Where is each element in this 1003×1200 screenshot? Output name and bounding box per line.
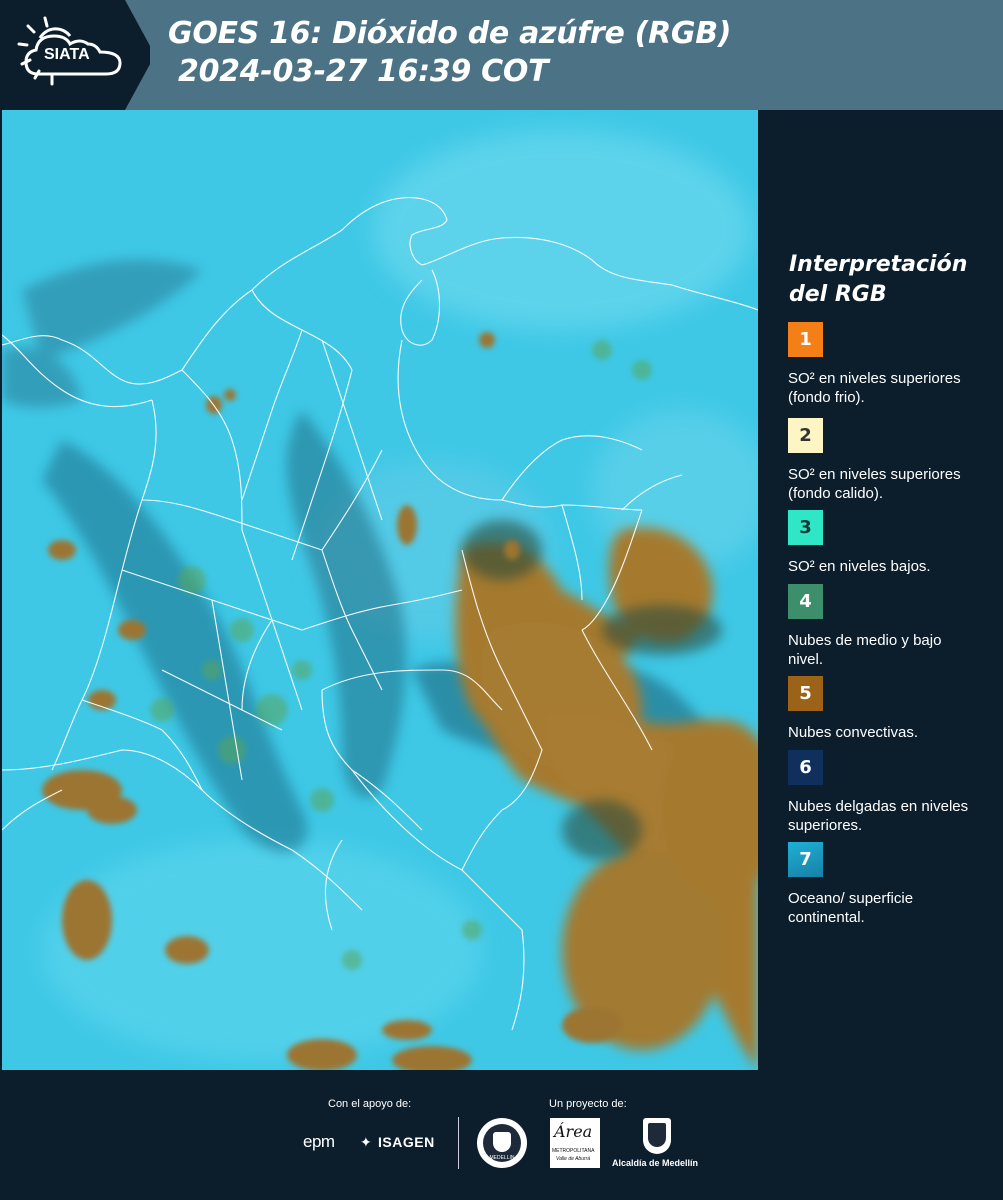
legend-number-3: 3	[799, 517, 812, 538]
alcaldia-shield-icon	[643, 1118, 671, 1154]
legend-panel: Interpretación del RGB 1 SO² en niveles …	[760, 110, 1003, 1070]
legend-swatch-4: 4	[788, 584, 823, 619]
legend-swatch-2: 2	[788, 418, 823, 453]
support-label: Con el apoyo de:	[328, 1098, 412, 1110]
satellite-map	[2, 110, 758, 1070]
alcaldia-label: Alcaldía de Medellín	[612, 1158, 699, 1168]
legend-label-1: SO² en niveles superiores (fondo frio).	[788, 370, 961, 406]
footer: Con el apoyo de: Un proyecto de: epm ✦ I…	[0, 1070, 1003, 1200]
area-sub2: Valle de Aburrá	[556, 1156, 591, 1162]
isagen-icon: ✦	[360, 1134, 372, 1150]
legend-item-6: 6 Nubes delgadas en niveles superiores.	[788, 750, 978, 835]
footer-divider	[458, 1117, 459, 1169]
siata-logo: SIATA	[0, 0, 150, 110]
legend-swatch-1: 1	[788, 322, 823, 357]
legend-swatch-6: 6	[788, 750, 823, 785]
legend-item-4: 4 Nubes de medio y bajo nivel.	[788, 584, 978, 669]
legend-swatch-3: 3	[788, 510, 823, 545]
legend-item-3: 3 SO² en niveles bajos.	[788, 510, 978, 576]
legend-label-6: Nubes delgadas en niveles superiores.	[788, 798, 969, 834]
legend-item-1: 1 SO² en niveles superiores (fondo frio)…	[788, 322, 978, 407]
header-bar: SIATA GOES 16: Dióxido de azúfre (RGB) 2…	[0, 0, 1003, 110]
legend-label-2: SO² en niveles superiores (fondo calido)…	[788, 466, 961, 502]
isagen-logo: ISAGEN	[378, 1134, 435, 1150]
legend-title: Interpretación del RGB	[789, 250, 989, 310]
legend-swatch-7: 7	[788, 842, 823, 877]
legend-label-5: Nubes convectivas.	[788, 724, 919, 741]
legend-item-2: 2 SO² en niveles superiores (fondo calid…	[788, 418, 978, 503]
area-metropolitana-logo: Área METROPOLITANA Valle de Aburrá	[550, 1118, 600, 1168]
medellin-seal-icon: MEDELLIN	[477, 1118, 527, 1168]
legend-number-4: 4	[799, 591, 812, 612]
legend-swatch-5: 5	[788, 676, 823, 711]
epm-logo: epm	[303, 1132, 335, 1151]
page-title-line1: GOES 16: Dióxido de azúfre (RGB)	[168, 16, 732, 51]
legend-number-2: 2	[799, 425, 812, 446]
legend-number-6: 6	[799, 757, 812, 778]
page-title-line2: 2024-03-27 16:39 COT	[178, 54, 549, 89]
legend-number-5: 5	[799, 683, 812, 704]
legend-label-3: SO² en niveles bajos.	[788, 558, 931, 575]
legend-label-7: Oceano/ superficie continental.	[788, 890, 914, 926]
logo-text: SIATA	[44, 46, 90, 63]
legend-label-4: Nubes de medio y bajo nivel.	[788, 632, 942, 668]
legend-title-line1: Interpretación	[789, 252, 968, 277]
area-sub1: METROPOLITANA	[552, 1148, 595, 1154]
legend-item-5: 5 Nubes convectivas.	[788, 676, 978, 742]
project-label: Un proyecto de:	[549, 1098, 627, 1110]
legend-item-7: 7 Oceano/ superficie continental.	[788, 842, 978, 927]
seal-text: MEDELLIN	[489, 1155, 515, 1161]
legend-title-line2: del RGB	[789, 282, 887, 307]
area-title: Área	[554, 1122, 593, 1141]
legend-number-1: 1	[799, 329, 812, 350]
legend-number-7: 7	[799, 849, 812, 870]
